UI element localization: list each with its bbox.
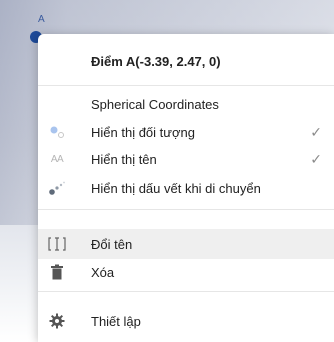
menu-separator <box>38 291 334 292</box>
menu-item-label: Thiết lập <box>91 313 141 329</box>
checkmark-icon: ✓ <box>310 123 322 140</box>
menu-item-show-object[interactable]: Hiển thị đối tượng ✓ <box>38 117 334 147</box>
menu-item-label: Hiển thị tên <box>91 151 157 167</box>
trash-icon <box>46 261 68 283</box>
menu-item-spherical-coordinates[interactable]: Spherical Coordinates <box>38 89 334 119</box>
menu-item-label: Spherical Coordinates <box>91 96 219 112</box>
menu-item-rename[interactable]: Đổi tên <box>38 229 334 259</box>
show-label-icon-text: AA <box>50 153 64 165</box>
context-menu: Điểm A(-3.39, 2.47, 0) Spherical Coordin… <box>38 34 334 342</box>
menu-item-settings[interactable]: Thiết lập <box>38 306 334 336</box>
menu-separator <box>38 209 334 210</box>
trace-icon <box>46 177 68 199</box>
menu-item-trace[interactable]: Hiển thị dấu vết khi di chuyển <box>38 173 334 203</box>
checkmark-icon: ✓ <box>310 150 322 167</box>
menu-title: Điểm A(-3.39, 2.47, 0) <box>91 54 221 69</box>
menu-item-show-label[interactable]: AA Hiển thị tên ✓ <box>38 144 334 174</box>
menu-item-label: Đổi tên <box>91 236 133 252</box>
rename-icon <box>46 233 68 255</box>
show-object-icon <box>46 121 68 143</box>
menu-item-delete[interactable]: Xóa <box>38 257 334 287</box>
menu-item-label: Hiển thị đối tượng <box>91 124 195 140</box>
menu-item-label: Xóa <box>91 264 115 280</box>
settings-gear-icon <box>46 310 68 332</box>
menu-separator <box>38 85 334 86</box>
menu-item-label: Hiển thị dấu vết khi di chuyển <box>91 180 261 196</box>
point-a-label: A <box>38 14 45 25</box>
show-label-icon: AA <box>46 148 68 170</box>
